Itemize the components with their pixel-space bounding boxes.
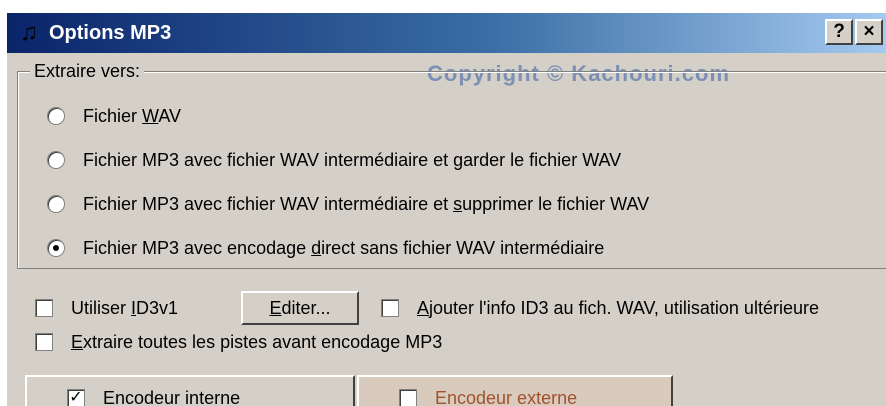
radio-button[interactable] xyxy=(47,107,65,125)
radio-button[interactable] xyxy=(47,151,65,169)
tab-internal-encoder[interactable]: ✓ Encodeur interne xyxy=(25,375,355,406)
add-id3-wav-checkbox[interactable] xyxy=(381,299,399,317)
extract-all-checkbox-row[interactable]: Extraire toutes les pistes avant encodag… xyxy=(35,327,442,357)
window-title: Options MP3 xyxy=(49,20,171,46)
external-encoder-checkbox[interactable] xyxy=(399,389,417,406)
use-id3v1-label: Utiliser ID3v1 xyxy=(71,298,178,319)
edit-button[interactable]: Editer... xyxy=(241,291,359,325)
extract-all-checkbox[interactable] xyxy=(35,333,53,351)
tab-external-encoder[interactable]: Encodeur externe xyxy=(357,375,673,406)
radio-label: Fichier MP3 avec fichier WAV intermédiai… xyxy=(83,194,649,215)
close-button[interactable]: × xyxy=(855,19,883,45)
extract-all-label: Extraire toutes les pistes avant encodag… xyxy=(71,332,442,353)
radio-mp3-direct[interactable]: Fichier MP3 avec encodage direct sans fi… xyxy=(47,233,604,263)
help-button[interactable]: ? xyxy=(825,19,853,45)
radio-button-selected[interactable] xyxy=(47,239,65,257)
options-mp3-dialog: ♫ Options MP3 ? × Copyright © Kachouri.c… xyxy=(6,12,886,406)
radio-label: Fichier MP3 avec encodage direct sans fi… xyxy=(83,238,604,259)
radio-mp3-delete-wav[interactable]: Fichier MP3 avec fichier WAV intermédiai… xyxy=(47,189,649,219)
title-bar: ♫ Options MP3 ? × xyxy=(7,13,886,53)
tab-label: Encodeur externe xyxy=(435,388,577,406)
extract-to-legend: Extraire vers: xyxy=(30,60,144,82)
radio-button[interactable] xyxy=(47,195,65,213)
tab-label: Encodeur interne xyxy=(103,388,240,406)
radio-label: Fichier WAV xyxy=(83,106,181,127)
add-id3-wav-label: Ajouter l'info ID3 au fich. WAV, utilisa… xyxy=(417,298,819,319)
radio-wav-file[interactable]: Fichier WAV xyxy=(47,101,181,131)
add-id3-wav-checkbox-row[interactable]: Ajouter l'info ID3 au fich. WAV, utilisa… xyxy=(381,293,819,323)
use-id3v1-checkbox-row[interactable]: Utiliser ID3v1 xyxy=(35,293,178,323)
radio-mp3-keep-wav[interactable]: Fichier MP3 avec fichier WAV intermédiai… xyxy=(47,145,621,175)
internal-encoder-checkbox[interactable]: ✓ xyxy=(67,389,85,406)
radio-label: Fichier MP3 avec fichier WAV intermédiai… xyxy=(83,150,621,171)
use-id3v1-checkbox[interactable] xyxy=(35,299,53,317)
mp3-app-icon: ♫ xyxy=(15,19,43,47)
